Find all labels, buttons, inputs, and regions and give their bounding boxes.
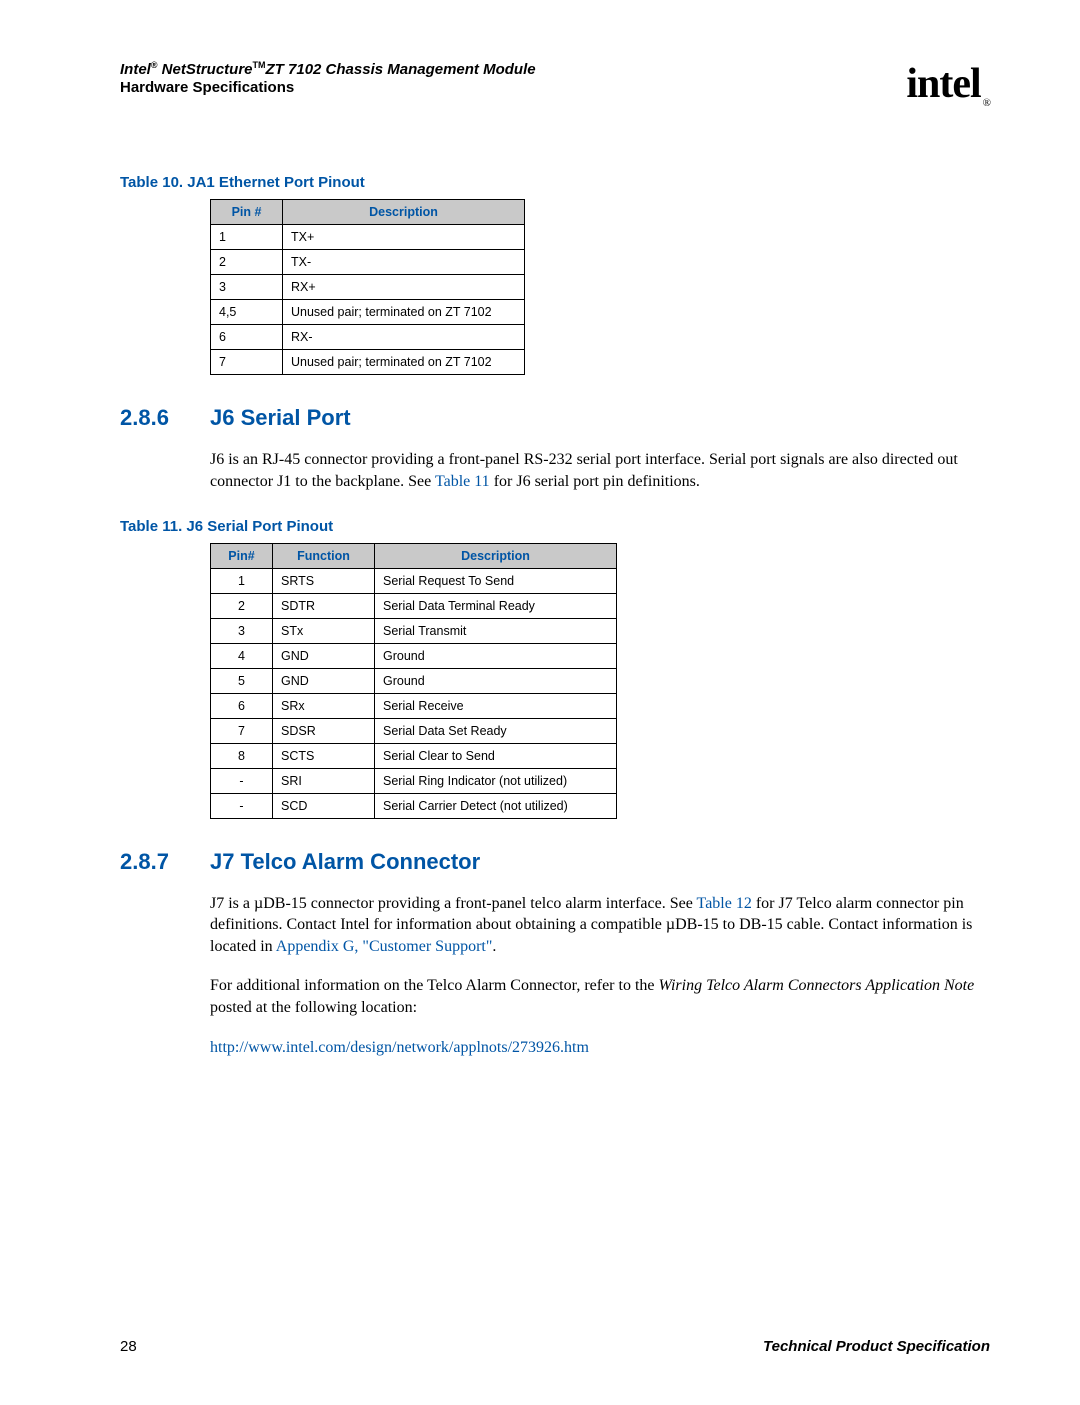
logo-reg: ® (983, 97, 990, 109)
table-row: 4GNDGround (211, 643, 617, 668)
crossref-link[interactable]: Appendix G, "Customer Support" (276, 938, 493, 955)
crossref-link[interactable]: Table 11 (435, 473, 490, 490)
table-row: 7Unused pair; terminated on ZT 7102 (211, 350, 525, 375)
table-row: -SRISerial Ring Indicator (not utilized) (211, 768, 617, 793)
page-footer: 28 Technical Product Specification (120, 1338, 990, 1355)
section-286-heading: 2.8.6 J6 Serial Port (120, 405, 990, 431)
table10-header-desc: Description (283, 200, 525, 225)
table-row: 5GNDGround (211, 668, 617, 693)
section-title: J7 Telco Alarm Connector (210, 849, 480, 875)
section-number: 2.8.6 (120, 405, 210, 431)
section-287-heading: 2.8.7 J7 Telco Alarm Connector (120, 849, 990, 875)
footer-doc-type: Technical Product Specification (763, 1338, 990, 1355)
table-row: 8SCTSSerial Clear to Send (211, 743, 617, 768)
title-mid: NetStructure (157, 61, 252, 78)
section-title: J6 Serial Port (210, 405, 351, 431)
table-row: 1SRTSSerial Request To Send (211, 568, 617, 593)
title-post: ZT 7102 Chassis Management Module (266, 61, 536, 78)
section-287-para3: http://www.intel.com/design/network/appl… (210, 1037, 990, 1059)
tm-mark: TM (253, 60, 266, 70)
table11-header-func: Function (273, 543, 375, 568)
title-pre: Intel (120, 61, 151, 78)
table11-header-pin: Pin# (211, 543, 273, 568)
intel-logo: intel® (906, 60, 990, 109)
url-link[interactable]: http://www.intel.com/design/network/appl… (210, 1039, 589, 1056)
doc-title: Intel® NetStructureTMZT 7102 Chassis Man… (120, 60, 536, 78)
section-287-para1: J7 is a µDB-15 connector providing a fro… (210, 893, 990, 958)
logo-text: intel (906, 61, 980, 107)
table10-header-pin: Pin # (211, 200, 283, 225)
section-287-para2: For additional information on the Telco … (210, 975, 990, 1018)
header-left: Intel® NetStructureTMZT 7102 Chassis Man… (120, 60, 536, 96)
table-row: 2SDTRSerial Data Terminal Ready (211, 593, 617, 618)
section-number: 2.8.7 (120, 849, 210, 875)
table-row: 3STxSerial Transmit (211, 618, 617, 643)
table10-caption: Table 10. JA1 Ethernet Port Pinout (120, 174, 990, 191)
table-row: -SCDSerial Carrier Detect (not utilized) (211, 793, 617, 818)
table-row: 4,5Unused pair; terminated on ZT 7102 (211, 300, 525, 325)
appnote-title: Wiring Telco Alarm Connectors Applicatio… (659, 977, 975, 994)
table-row: 1TX+ (211, 225, 525, 250)
doc-subtitle: Hardware Specifications (120, 79, 536, 96)
table-row: 3RX+ (211, 275, 525, 300)
table11-caption: Table 11. J6 Serial Port Pinout (120, 518, 990, 535)
crossref-link[interactable]: Table 12 (697, 895, 752, 912)
table-row: 2TX- (211, 250, 525, 275)
table-row: 6RX- (211, 325, 525, 350)
table11: Pin# Function Description 1SRTSSerial Re… (210, 543, 617, 819)
page-number: 28 (120, 1338, 137, 1355)
page-header: Intel ® NetStructureTMZT 7102 Chassis Man… (120, 60, 990, 109)
table10: Pin # Description 1TX+ 2TX- 3RX+ 4,5Unus… (210, 199, 525, 375)
table11-header-desc: Description (375, 543, 617, 568)
table-row: 6SRxSerial Receive (211, 693, 617, 718)
table-row: 7SDSRSerial Data Set Ready (211, 718, 617, 743)
section-286-para: J6 is an RJ-45 connector providing a fro… (210, 449, 990, 492)
